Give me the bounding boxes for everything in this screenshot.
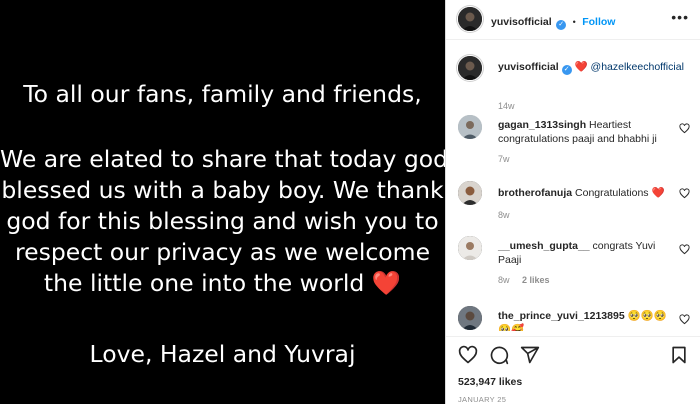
bookmark-icon[interactable] — [669, 345, 689, 365]
comment-time: 7w — [498, 154, 510, 164]
post-line: To all our fans, family and friends, — [23, 80, 422, 108]
comment-username[interactable]: brotherofanuja — [498, 187, 572, 199]
caption-username[interactable]: yuvisofficial — [498, 61, 559, 73]
comment-likes[interactable]: 2 likes — [522, 275, 550, 285]
caption: yuvisofficial ✓ ❤️ @hazelkeechofficial 1… — [446, 56, 700, 111]
verified-badge-icon: ✓ — [556, 20, 567, 30]
post-details-panel: yuvisofficial ✓ • Follow ••• yuvisoffici… — [445, 0, 700, 404]
comment-item: brotherofanuja Congratulations ❤️ 8w — [446, 181, 700, 226]
likes-count[interactable]: 523,947 likes — [458, 376, 522, 388]
like-comment-heart-icon[interactable] — [679, 314, 690, 325]
comment-username[interactable]: gagan_1313singh — [498, 119, 586, 131]
share-icon[interactable] — [520, 345, 540, 365]
avatar[interactable] — [458, 181, 482, 205]
avatar-image — [458, 306, 482, 330]
caption-time: 14w — [498, 101, 515, 111]
post-line: Love, Hazel and Yuvraj — [89, 340, 356, 368]
avatar[interactable] — [458, 56, 482, 80]
action-bar: 523,947 likes JANUARY 25 — [446, 336, 700, 404]
header-user-group: yuvisofficial ✓ • Follow — [491, 12, 615, 30]
avatar[interactable] — [458, 115, 482, 139]
comment-icon[interactable] — [489, 345, 509, 365]
more-options-icon[interactable]: ••• — [671, 9, 689, 25]
comment-meta: 8w 2 likes — [498, 275, 550, 285]
caption-emoji: ❤️ — [574, 61, 588, 73]
comment-text: __umesh_gupta__ congrats Yuvi Paaji — [498, 239, 673, 267]
post-header: yuvisofficial ✓ • Follow ••• — [446, 0, 700, 40]
separator: • — [572, 17, 576, 27]
like-comment-heart-icon[interactable] — [679, 188, 690, 199]
post-image[interactable]: To all our fans, family and friends, We … — [0, 0, 449, 404]
post-line: the little one into the world ❤️ — [43, 269, 402, 297]
comments-list[interactable]: yuvisofficial ✓ ❤️ @hazelkeechofficial 1… — [446, 41, 700, 331]
like-comment-heart-icon[interactable] — [679, 244, 690, 255]
post-line: respect our privacy as we welcome — [14, 238, 431, 266]
avatar-image — [458, 7, 482, 31]
post-date: JANUARY 25 — [458, 395, 507, 404]
heart-icon[interactable] — [458, 345, 478, 365]
verified-badge-icon: ✓ — [561, 65, 572, 75]
avatar[interactable] — [458, 306, 482, 330]
avatar-image — [458, 115, 482, 139]
post-line: blessed us with a baby boy. We thank — [1, 176, 444, 204]
avatar[interactable] — [458, 236, 482, 260]
post-line: We are elated to share that today god — [0, 145, 449, 173]
avatar[interactable] — [458, 7, 482, 31]
like-comment-heart-icon[interactable] — [679, 123, 690, 134]
avatar-image — [458, 56, 482, 80]
comment-text: gagan_1313singh Heartiest congratulation… — [498, 118, 673, 146]
comment-body: Congratulations ❤️ — [575, 187, 665, 199]
comment-time: 8w — [498, 275, 510, 285]
comment-item: gagan_1313singh Heartiest congratulation… — [446, 115, 700, 170]
caption-text: yuvisofficial ✓ ❤️ @hazelkeechofficial — [498, 60, 698, 75]
comment-username[interactable]: the_prince_yuvi_1213895 — [498, 310, 625, 322]
caption-mention[interactable]: @hazelkeechofficial — [591, 61, 684, 73]
comment-time: 8w — [498, 210, 510, 220]
comment-item: __umesh_gupta__ congrats Yuvi Paaji 8w 2… — [446, 236, 700, 291]
avatar-image — [458, 181, 482, 205]
post-line: god for this blessing and wish you to — [6, 207, 439, 235]
follow-button[interactable]: Follow — [582, 16, 615, 28]
comment-text: the_prince_yuvi_1213895 🥺🥺🥺 🥺🥰 — [498, 309, 673, 331]
avatar-image — [458, 236, 482, 260]
header-username[interactable]: yuvisofficial — [491, 16, 552, 28]
comment-username[interactable]: __umesh_gupta__ — [498, 240, 590, 252]
comment-text: brotherofanuja Congratulations ❤️ — [498, 186, 673, 200]
comment-item: the_prince_yuvi_1213895 🥺🥺🥺 🥺🥰 — [446, 306, 700, 331]
